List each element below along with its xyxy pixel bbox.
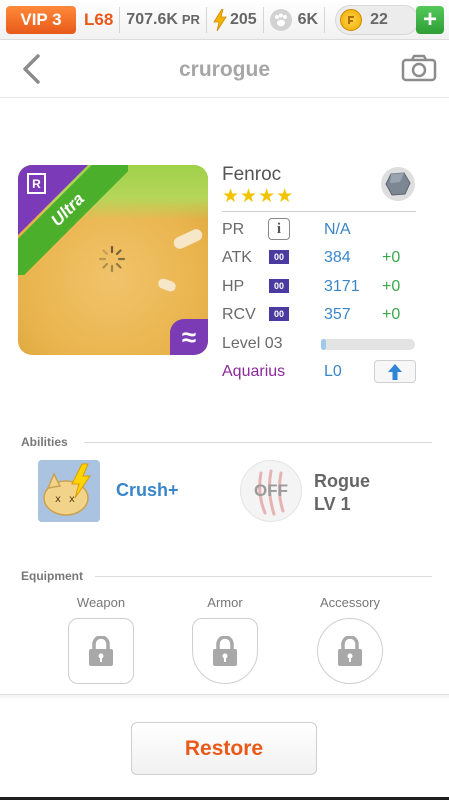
status-bar: VIP 3 L68 707.6K PR 205 6K 22 +	[0, 0, 449, 40]
armor-label: Armor	[207, 595, 243, 610]
divider	[262, 6, 264, 33]
arrow-up-icon	[388, 363, 402, 380]
hp-label: HP	[222, 278, 245, 295]
paw-counter[interactable]: 6K	[269, 8, 319, 31]
rcv-boost-tag: 00	[269, 307, 289, 321]
element-badge: ≈	[170, 319, 208, 355]
abilities-section-title: Abilities	[21, 435, 68, 449]
atk-boost-tag: 00	[269, 250, 289, 264]
info-divider	[222, 211, 416, 212]
svg-text:x: x	[55, 494, 61, 505]
pr-row: PR i N/A	[222, 218, 416, 242]
paw-icon	[269, 8, 292, 31]
coin-counter[interactable]: 22	[335, 4, 420, 35]
xp-progress-bar	[321, 339, 415, 350]
paw-value: 6K	[297, 10, 319, 28]
crush-ability-icon: x x	[38, 460, 100, 522]
bottom-divider	[0, 694, 449, 700]
atk-value: 384	[324, 249, 351, 266]
pet-name: Fenroc	[222, 164, 282, 185]
divider	[205, 6, 207, 33]
hp-boost-tag: 00	[269, 279, 289, 293]
sign-upgrade-button[interactable]	[374, 360, 416, 383]
pr-value: N/A	[324, 221, 351, 238]
lightning-icon	[213, 8, 227, 31]
skill-state: OFF	[254, 481, 288, 500]
bone-decoration	[156, 277, 178, 293]
energy-counter[interactable]: 205	[213, 8, 257, 31]
atk-row: ATK 00 384 +0	[222, 246, 416, 270]
hp-row: HP 00 3171 +0	[222, 275, 416, 299]
section-divider	[95, 576, 432, 577]
loading-spinner-icon	[98, 245, 126, 273]
hp-value: 3171	[324, 278, 360, 295]
camera-icon[interactable]	[401, 53, 437, 83]
weapon-label: Weapon	[76, 595, 126, 610]
restore-button[interactable]: Restore	[131, 722, 317, 775]
power-rating: 707.6K PR	[126, 11, 200, 29]
bone-decoration	[171, 227, 205, 251]
level-label: Level 03	[222, 335, 283, 352]
pr-label: PR	[222, 221, 245, 238]
equipment-section-title: Equipment	[21, 569, 83, 583]
sign-row: Aquarius L0	[222, 360, 416, 384]
energy-value: 205	[229, 10, 257, 28]
rock-element-icon[interactable]	[380, 166, 416, 202]
armor-slot[interactable]	[192, 618, 258, 684]
xp-progress-fill	[321, 339, 326, 350]
rcv-label: RCV	[222, 306, 256, 323]
section-divider	[84, 442, 432, 443]
divider	[324, 6, 326, 33]
lock-icon	[213, 636, 237, 666]
atk-bonus: +0	[382, 249, 401, 266]
pet-card-image[interactable]: Ultra R ≈	[18, 165, 208, 355]
lock-icon	[338, 636, 362, 666]
hp-bonus: +0	[382, 278, 401, 295]
svg-text:x: x	[69, 494, 75, 505]
star-rating: ★★★★	[222, 186, 295, 207]
sign-level-value: L0	[324, 363, 342, 380]
skill-name: Rogue	[314, 471, 370, 491]
zodiac-sign-label: Aquarius	[222, 363, 286, 380]
lock-icon	[89, 636, 113, 666]
add-currency-button[interactable]: +	[416, 6, 444, 34]
accessory-slot[interactable]	[317, 618, 383, 684]
accessory-label: Accessory	[320, 595, 380, 610]
power-rating-unit: PR	[181, 12, 200, 27]
coin-value: 22	[370, 10, 388, 28]
weapon-slot[interactable]	[68, 618, 134, 684]
level-row: Level 03	[222, 332, 416, 356]
page-header: crurogue	[0, 40, 449, 98]
rcv-value: 357	[324, 306, 351, 323]
player-level: L68	[84, 9, 114, 29]
ability-icon[interactable]: x x	[38, 460, 100, 522]
info-icon[interactable]: i	[268, 218, 290, 240]
rcv-row: RCV 00 357 +0	[222, 303, 416, 327]
skill-level: LV 1	[314, 494, 351, 514]
divider	[119, 6, 121, 33]
coin-icon	[340, 8, 363, 31]
rarity-badge: R	[27, 173, 46, 194]
ability-name[interactable]: Crush+	[116, 480, 179, 501]
rcv-bonus: +0	[382, 306, 401, 323]
atk-label: ATK	[222, 249, 252, 266]
skill-toggle[interactable]: OFF	[240, 460, 302, 522]
page-title: crurogue	[178, 58, 270, 81]
vip-badge[interactable]: VIP 3	[6, 5, 76, 34]
power-rating-value: 707.6K	[126, 10, 178, 28]
